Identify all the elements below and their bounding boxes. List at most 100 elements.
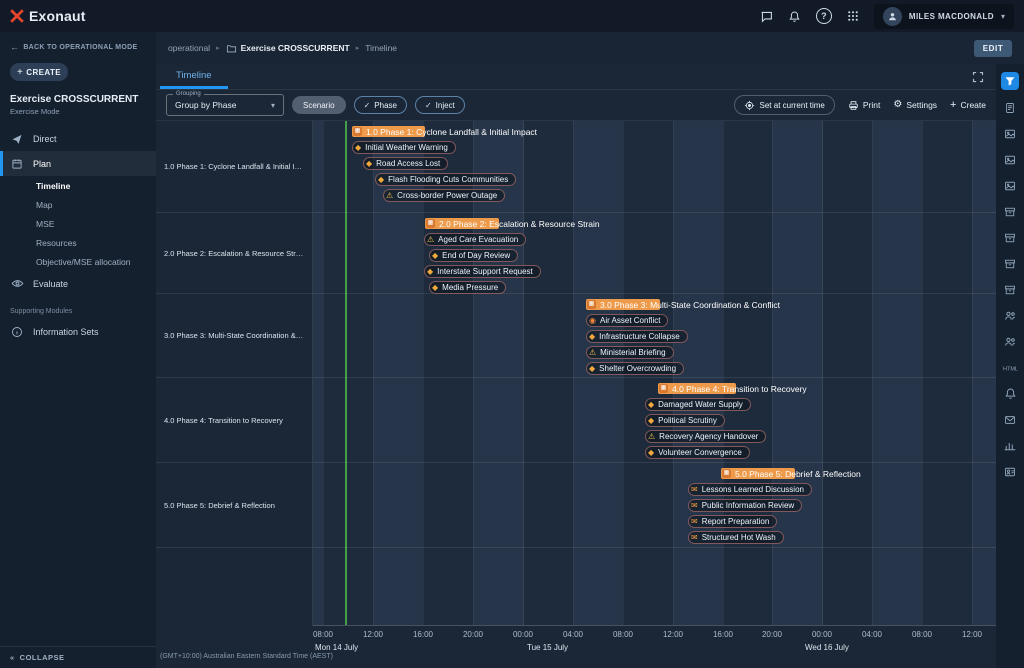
timeline-plot[interactable]: ▦1.0 Phase 1: Cyclone Landfall & Initial…: [313, 120, 996, 626]
inject-bar[interactable]: ◉Air Asset Conflict: [586, 314, 668, 327]
inject-bar[interactable]: ◆ Shelter Overcrowding: [586, 362, 684, 375]
breadcrumb-exercise[interactable]: Exercise CROSSCURRENT: [241, 43, 350, 53]
chat-icon[interactable]: [760, 10, 773, 23]
sidebar-item-plan[interactable]: Plan: [0, 151, 156, 176]
sidebar-item-information-sets[interactable]: Information Sets: [0, 319, 156, 344]
top-bar: Exonaut ? MILES MACDONALD ▾: [0, 0, 1024, 32]
inject-bar[interactable]: ◆Infrastructure Collapse: [586, 330, 688, 343]
inject-bar[interactable]: ◆End of Day Review: [429, 249, 518, 262]
html-icon[interactable]: HTML: [1001, 359, 1019, 376]
help-icon[interactable]: ?: [816, 8, 832, 24]
plus-icon: +: [17, 67, 23, 78]
inject-bar[interactable]: ◆Media Pressure: [429, 281, 506, 294]
archive-icon[interactable]: [1001, 203, 1019, 220]
image-icon[interactable]: [1001, 177, 1019, 194]
edit-button[interactable]: EDIT: [974, 40, 1012, 57]
phase-filter-chip[interactable]: ✓ Phase: [354, 96, 407, 114]
inject-bar[interactable]: ◆Volunteer Convergence: [645, 446, 750, 459]
image-icon[interactable]: [1001, 151, 1019, 168]
notifications-bell-icon[interactable]: [788, 10, 801, 23]
tab-timeline[interactable]: Timeline: [160, 64, 228, 89]
fit-to-screen-icon[interactable]: [972, 71, 984, 83]
chart-icon[interactable]: [1001, 437, 1019, 454]
timeline-group-row: ▦2.0 Phase 2: Escalation & Resource Stra…: [313, 213, 996, 294]
tick-label: 20:00: [463, 630, 483, 639]
inject-filter-chip[interactable]: ✓ Inject: [415, 96, 465, 114]
sidebar-item-timeline[interactable]: Timeline: [0, 176, 156, 195]
tab-bar: Timeline: [156, 64, 996, 90]
create-button[interactable]: + Create: [950, 100, 986, 111]
sidebar-item-resources[interactable]: Resources: [0, 233, 156, 252]
printer-icon: [848, 100, 859, 111]
breadcrumb-timeline[interactable]: Timeline: [365, 43, 397, 53]
archive-icon[interactable]: [1001, 229, 1019, 246]
set-at-current-time-button[interactable]: Set at current time: [734, 95, 835, 115]
warning-icon: ⚠: [589, 349, 596, 357]
direct-icon: [10, 133, 24, 145]
sidebar-nav: Direct Plan TimelineMapMSEResourcesObjec…: [0, 126, 156, 344]
chevron-down-icon: ▾: [271, 101, 275, 110]
back-to-operational-mode-link[interactable]: ← BACK TO OPERATIONAL MODE: [0, 32, 156, 54]
badge-icon[interactable]: [1001, 463, 1019, 480]
inject-label: Shelter Overcrowding: [599, 364, 676, 373]
document-icon[interactable]: [1001, 99, 1019, 116]
inject-bar[interactable]: ⚠Ministerial Briefing: [586, 346, 674, 359]
inject-icon: ◆: [648, 417, 654, 425]
phase-bar-label: 5.0 Phase 5: Debrief & Reflection: [735, 469, 861, 479]
inject-bar[interactable]: ⚠Recovery Agency Handover: [645, 430, 766, 443]
body-row: Timeline Grouping Group by Phase ▾ Scena…: [156, 64, 1024, 668]
scenario-filter-chip[interactable]: Scenario: [292, 96, 346, 114]
exercise-mode-label: Exercise Mode: [0, 105, 156, 126]
inject-bar[interactable]: ◆Road Access Lost: [363, 157, 448, 170]
svg-text:HTML: HTML: [1002, 366, 1017, 372]
collapse-sidebar-button[interactable]: « COLLAPSE: [0, 646, 156, 668]
exonaut-logo[interactable]: Exonaut: [10, 8, 86, 24]
archive-icon[interactable]: [1001, 255, 1019, 272]
sidebar-item-map[interactable]: Map: [0, 195, 156, 214]
tick-label: 20:00: [762, 630, 782, 639]
bell-icon[interactable]: [1001, 385, 1019, 402]
archive-icon[interactable]: [1001, 281, 1019, 298]
inject-bar[interactable]: ◆Damaged Water Supply: [645, 398, 751, 411]
users-icon[interactable]: [1001, 307, 1019, 324]
inject-bar[interactable]: ⚠Aged Care Evacuation: [424, 233, 526, 246]
breadcrumb-operational[interactable]: operational: [168, 43, 210, 53]
filter-icon[interactable]: [1001, 72, 1019, 90]
inject-bar[interactable]: ✉Report Preparation: [688, 515, 777, 528]
inject-icon: ◆: [378, 176, 384, 184]
breadcrumb-separator: ▸: [356, 44, 360, 52]
supporting-modules-label: Supporting Modules: [0, 296, 156, 319]
row-label: 4.0 Phase 4: Transition to Recovery: [156, 378, 312, 463]
print-button[interactable]: Print: [848, 100, 880, 111]
grouping-select[interactable]: Grouping Group by Phase ▾: [166, 94, 284, 116]
inject-bar[interactable]: ✉Lessons Learned Discussion: [688, 483, 812, 496]
inject-bar[interactable]: ✉Public Information Review: [688, 499, 802, 512]
inject-bar[interactable]: ✉Structured Hot Wash: [688, 531, 784, 544]
sidebar-item-direct[interactable]: Direct: [0, 126, 156, 151]
check-icon: ✓: [425, 101, 432, 110]
inject-label: Road Access Lost: [376, 159, 440, 168]
image-icon[interactable]: [1001, 125, 1019, 142]
inject-bar[interactable]: ◆Interstate Support Request: [424, 265, 541, 278]
sidebar-item-evaluate[interactable]: Evaluate: [0, 271, 156, 296]
sidebar-item-objective-mse-allocation[interactable]: Objective/MSE allocation: [0, 252, 156, 271]
timeline-chart: 1.0 Phase 1: Cyclone Landfall & Initial …: [156, 120, 996, 668]
phase-calendar-icon: ▦: [426, 219, 435, 228]
gear-icon: ⚙: [893, 100, 902, 110]
timeline-group-row: ▦5.0 Phase 5: Debrief & Reflection✉Lesso…: [313, 463, 996, 548]
button-label: Settings: [906, 100, 937, 110]
sidebar-item-mse[interactable]: MSE: [0, 214, 156, 233]
inject-bar[interactable]: ◆Flash Flooding Cuts Communities: [375, 173, 516, 186]
inject-icon: ◆: [589, 365, 595, 373]
settings-button[interactable]: ⚙ Settings: [893, 100, 937, 110]
user-menu[interactable]: MILES MACDONALD ▾: [874, 4, 1014, 29]
inject-bar[interactable]: ⚠Cross-border Power Outage: [383, 189, 505, 202]
check-icon: ✓: [364, 101, 371, 110]
mail-icon[interactable]: [1001, 411, 1019, 428]
inject-bar[interactable]: ◆Initial Weather Warning: [352, 141, 456, 154]
inject-label: Political Scrutiny: [658, 416, 717, 425]
users-icon[interactable]: [1001, 333, 1019, 350]
apps-grid-icon[interactable]: [847, 10, 859, 22]
sidebar-create-button[interactable]: + CREATE: [10, 63, 68, 81]
inject-bar[interactable]: ◆ Political Scrutiny: [645, 414, 725, 427]
